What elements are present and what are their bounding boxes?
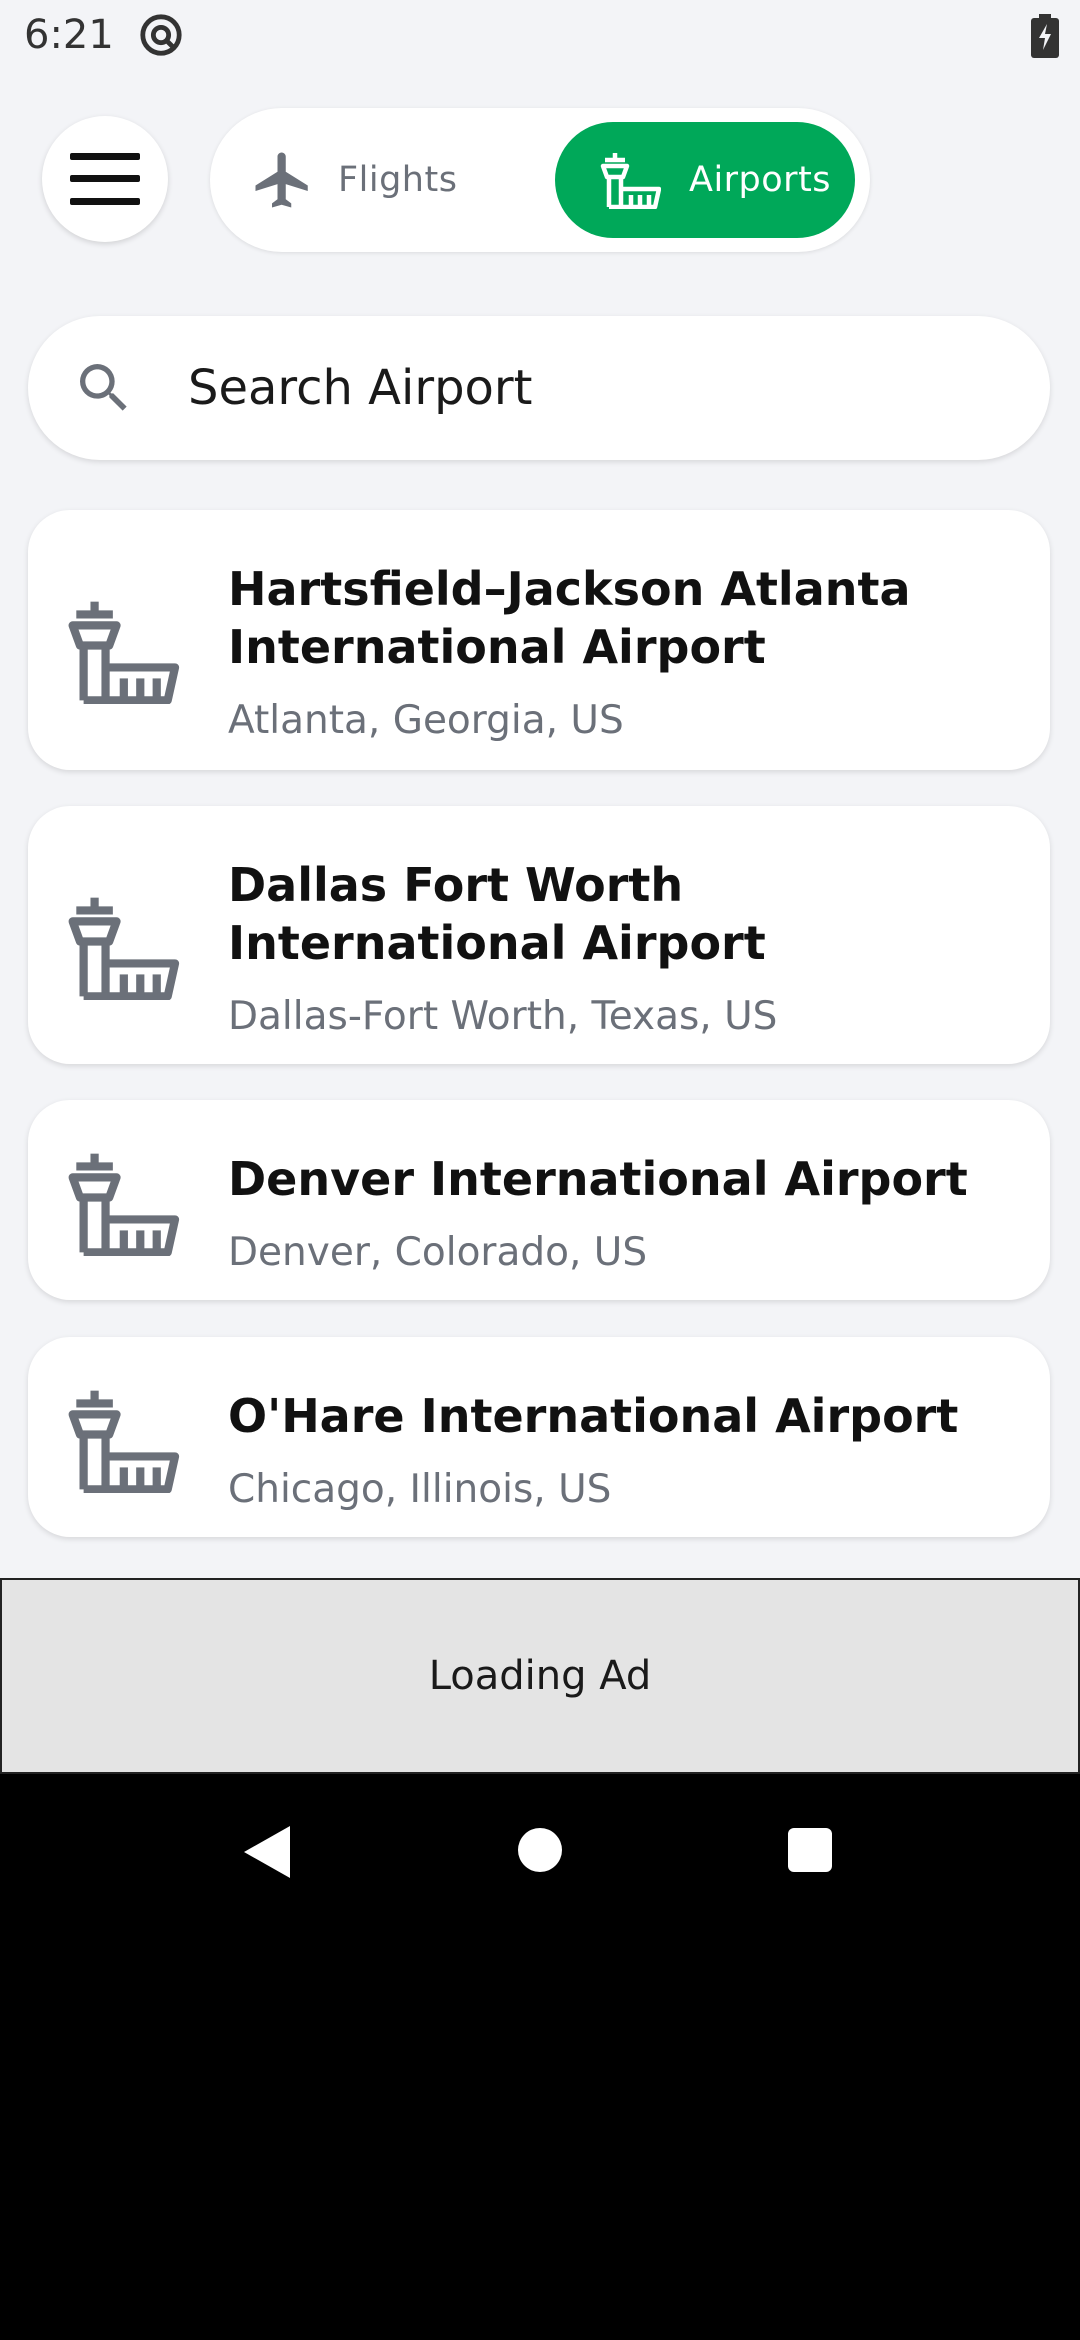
airport-info: O'Hare International Airport Chicago, Il… [228, 1387, 1010, 1512]
airport-info: Hartsfield–Jackson Atlanta International… [228, 560, 1010, 743]
airport-info: Denver International Airport Denver, Col… [228, 1150, 1010, 1275]
home-icon[interactable] [518, 1828, 562, 1872]
sync-status-icon [140, 14, 182, 56]
tab-flights[interactable]: Flights [250, 122, 530, 238]
tab-airports-label: Airports [689, 160, 832, 200]
back-icon[interactable] [242, 1824, 292, 1880]
control-tower-icon [68, 897, 180, 1000]
control-tower-icon [68, 1390, 180, 1493]
airport-location: Chicago, Illinois, US [228, 1467, 612, 1512]
system-nav-bar [0, 1774, 1080, 1924]
mode-switcher: Flights Airports [210, 108, 870, 252]
control-tower-icon [68, 1153, 180, 1256]
status-time: 6:21 [24, 12, 114, 58]
airport-name: Hartsfield–Jackson Atlanta International… [228, 562, 911, 674]
tab-airports[interactable]: Airports [555, 122, 855, 238]
control-tower-icon [600, 153, 661, 209]
ad-banner[interactable]: Loading Ad [0, 1578, 1080, 1774]
tab-flights-label: Flights [338, 160, 458, 200]
airplane-icon [255, 152, 308, 208]
control-tower-icon [68, 601, 180, 704]
ad-loading-text: Loading Ad [428, 1653, 652, 1699]
airport-name: Dallas Fort Worth International Airport [228, 858, 766, 970]
airport-list-item[interactable]: Denver International Airport Denver, Col… [28, 1100, 1050, 1300]
airport-location: Atlanta, Georgia, US [228, 698, 624, 743]
airport-list-item[interactable]: Hartsfield–Jackson Atlanta International… [28, 510, 1050, 770]
hamburger-menu-icon [70, 153, 140, 205]
app-screen: 6:21 Flights Airports Search Airport Har… [0, 0, 1080, 1578]
search-bar[interactable] [28, 316, 1050, 460]
airport-location: Denver, Colorado, US [228, 1230, 648, 1275]
airport-location: Dallas-Fort Worth, Texas, US [228, 994, 778, 1039]
airport-name: O'Hare International Airport [228, 1389, 959, 1443]
status-bar: 6:21 [0, 0, 1080, 72]
battery-charging-icon [1031, 14, 1059, 58]
recents-icon[interactable] [788, 1828, 832, 1872]
search-icon [80, 364, 127, 411]
airport-list-item[interactable]: Dallas Fort Worth International Airport … [28, 806, 1050, 1064]
airport-list-item[interactable]: O'Hare International Airport Chicago, Il… [28, 1337, 1050, 1537]
search-input[interactable] [186, 359, 970, 417]
airport-name: Denver International Airport [228, 1152, 968, 1206]
menu-button[interactable] [42, 116, 168, 242]
airport-info: Dallas Fort Worth International Airport … [228, 856, 1010, 1039]
